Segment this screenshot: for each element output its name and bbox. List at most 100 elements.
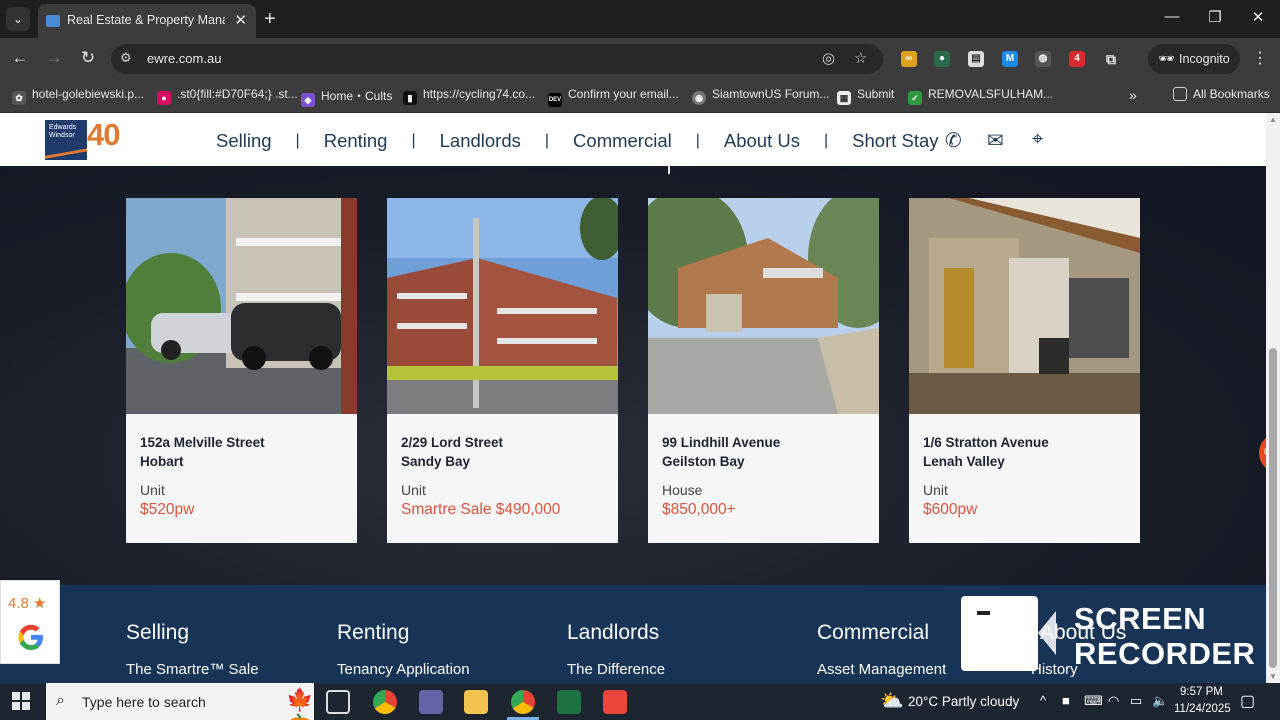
url-text[interactable]: ewre.com.au: [147, 51, 221, 66]
window-restore-icon[interactable]: ❐: [1200, 8, 1230, 26]
scroll-down-arrow-icon[interactable]: ▼: [1269, 672, 1277, 681]
footer-heading-renting[interactable]: Renting: [337, 621, 409, 645]
extension-m-icon[interactable]: M: [1002, 51, 1018, 67]
tray-recorder-icon[interactable]: ■: [1062, 693, 1070, 708]
back-arrow-icon[interactable]: ←: [9, 48, 31, 68]
footer-heading-selling[interactable]: Selling: [126, 621, 189, 645]
chrome-icon[interactable]: [373, 690, 397, 714]
site-logo[interactable]: Edwards Windsor: [45, 120, 87, 160]
bookmark-item[interactable]: ◉ SiamtownUS Forum...: [692, 87, 829, 105]
phone-icon[interactable]: ✆: [945, 128, 962, 153]
chrome-incognito-icon[interactable]: [511, 690, 535, 714]
all-bookmarks[interactable]: All Bookmarks: [1173, 87, 1270, 105]
nav-separator: |: [824, 132, 829, 149]
weather-text[interactable]: 20°C Partly cloudy: [908, 694, 1019, 709]
file-explorer-icon[interactable]: [464, 690, 488, 714]
bookmark-item[interactable]: ✿ hotel-golebiewski.p...: [12, 87, 144, 105]
listing-address-suburb[interactable]: Sandy Bay: [401, 454, 470, 469]
bookmark-label: Confirm your email...: [568, 87, 679, 101]
bookmark-item[interactable]: DEV Confirm your email...: [548, 87, 679, 107]
nav-selling[interactable]: Selling: [216, 130, 272, 152]
new-tab-plus-icon[interactable]: +: [264, 8, 276, 31]
listing-card[interactable]: 152a Melville Street Hobart Unit $520pw: [126, 198, 357, 543]
reload-icon[interactable]: ↻: [77, 48, 99, 68]
listing-card[interactable]: 99 Lindhill Avenue Geilston Bay House $8…: [648, 198, 879, 543]
wifi-icon[interactable]: ◠: [1108, 693, 1119, 709]
listing-photo[interactable]: [387, 198, 618, 414]
google-g-icon: [18, 624, 43, 650]
tab-close-icon[interactable]: ✕: [234, 11, 247, 29]
extension-web-icon[interactable]: ◍: [1035, 51, 1051, 67]
volume-icon[interactable]: 🔈: [1152, 693, 1168, 709]
site-info-icon[interactable]: ⚙: [120, 50, 132, 66]
footer-heading-commercial[interactable]: Commercial: [817, 621, 929, 645]
screen-recorder-app-icon[interactable]: [603, 690, 627, 714]
tab-search-chevron-icon[interactable]: ⌄: [6, 7, 30, 31]
bookmark-item[interactable]: ✓ REMOVALSFULHAM...: [908, 87, 1053, 105]
extensions-puzzle-icon[interactable]: ⧉: [1103, 51, 1119, 67]
notification-center-icon[interactable]: ▢: [1240, 691, 1255, 711]
footer-heading-landlords[interactable]: Landlords: [567, 621, 659, 645]
nav-landlords[interactable]: Landlords: [440, 130, 521, 152]
bookmark-favicon-icon: ●: [157, 91, 171, 105]
partly-cloudy-icon[interactable]: ⛅: [880, 689, 904, 713]
address-bar[interactable]: ⚙ ewre.com.au ◎ ☆: [111, 44, 883, 74]
web-page: Edwards Windsor 40 Selling | Renting | Landl…: [0, 113, 1266, 683]
listing-price: Smartre Sale $490,000: [401, 501, 561, 518]
listing-card[interactable]: 2/29 Lord Street Sandy Bay Unit Smartre …: [387, 198, 618, 543]
network-icon[interactable]: ▭: [1130, 693, 1142, 709]
excel-icon[interactable]: [557, 690, 581, 714]
extension-badge-icon[interactable]: 4: [1069, 51, 1085, 67]
forward-arrow-icon[interactable]: →: [43, 48, 65, 68]
listing-photo[interactable]: [909, 198, 1140, 414]
footer-link-tenancy-application[interactable]: Tenancy Application: [337, 661, 470, 678]
listing-address-street[interactable]: 2/29 Lord Street: [401, 435, 503, 450]
tray-keyboard-icon[interactable]: ⌨: [1084, 693, 1103, 709]
nav-commercial[interactable]: Commercial: [573, 130, 672, 152]
scroll-thumb[interactable]: [1269, 348, 1277, 668]
listing-address-street[interactable]: 1/6 Stratton Avenue: [923, 435, 1049, 450]
scroll-up-arrow-icon[interactable]: ▲: [1269, 115, 1277, 124]
bookmark-item[interactable]: ◆ Home・Cults: [301, 87, 392, 107]
nav-renting[interactable]: Renting: [324, 130, 388, 152]
footer-link-the-difference[interactable]: The Difference: [567, 661, 665, 678]
footer-link-asset-management[interactable]: Asset Management: [817, 661, 946, 678]
browser-menu-icon[interactable]: ⋮: [1252, 48, 1268, 68]
bookmark-item[interactable]: ▮ https://cycling74.co...: [403, 87, 535, 105]
window-minimize-icon[interactable]: —: [1157, 8, 1187, 25]
window-close-icon[interactable]: ✕: [1243, 8, 1273, 26]
incognito-indicator[interactable]: 🕶 Incognito: [1148, 44, 1240, 74]
bookmark-item[interactable]: ▦ Submit: [837, 87, 894, 105]
taskbar-search-box[interactable]: ⌕ Type here to search 🍁🎃: [46, 683, 314, 720]
listing-address-suburb[interactable]: Geilston Bay: [662, 454, 745, 469]
bookmark-star-icon[interactable]: ☆: [854, 49, 867, 67]
nav-short-stay[interactable]: Short Stay: [852, 130, 938, 152]
listing-address-suburb[interactable]: Hobart: [140, 454, 184, 469]
extension-document-icon[interactable]: ▤: [968, 51, 984, 67]
listing-address-street[interactable]: 99 Lindhill Avenue: [662, 435, 780, 450]
tray-overflow-chevron-icon[interactable]: ^: [1040, 693, 1046, 708]
listing-photo[interactable]: [648, 198, 879, 414]
windows-start-icon[interactable]: [12, 692, 30, 710]
envelope-icon[interactable]: ✉: [987, 128, 1004, 153]
bookmarks-overflow-icon[interactable]: »: [1129, 87, 1137, 105]
listing-address-suburb[interactable]: Lenah Valley: [923, 454, 1005, 469]
extension-globe-icon[interactable]: ●: [934, 51, 950, 67]
bookmark-item[interactable]: ● .st0{fill:#D70F64;} .st...: [157, 87, 298, 105]
eye-slash-icon[interactable]: ◎: [822, 49, 835, 67]
footer-link-smartre-sale[interactable]: The Smartre™ Sale: [126, 661, 259, 678]
location-pin-icon[interactable]: ⌖: [1032, 128, 1043, 151]
extension-glasses-icon[interactable]: ∞: [901, 51, 917, 67]
browser-tab-active[interactable]: Real Estate & Property Manage ✕: [38, 4, 256, 38]
nav-about-us[interactable]: About Us: [724, 130, 800, 152]
listing-photo[interactable]: [126, 198, 357, 414]
page-scrollbar[interactable]: ▲ ▼: [1266, 113, 1280, 683]
listing-card[interactable]: 1/6 Stratton Avenue Lenah Valley Unit $6…: [909, 198, 1140, 543]
google-rating-badge[interactable]: 4.8 ★: [0, 580, 60, 664]
listing-address-street[interactable]: 152a Melville Street: [140, 435, 265, 450]
logo-anniversary-number[interactable]: 40: [87, 117, 120, 153]
teams-icon[interactable]: [419, 690, 443, 714]
clock-time[interactable]: 9:57 PM: [1180, 686, 1223, 698]
task-view-icon[interactable]: [326, 690, 350, 714]
clock-date[interactable]: 11/24/2025: [1174, 703, 1231, 715]
